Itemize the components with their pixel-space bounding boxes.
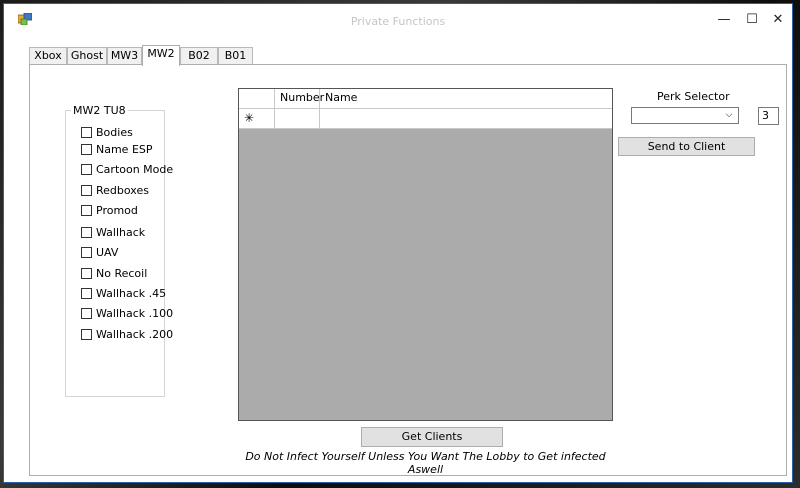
checkbox-label: No Recoil <box>96 266 148 280</box>
checkbox-label: Cartoon Mode <box>96 162 174 176</box>
checkbox-promod[interactable]: Promod <box>81 203 138 217</box>
checkbox-wallhack-100[interactable]: Wallhack .100 <box>81 306 173 320</box>
checkbox-box[interactable] <box>81 307 92 319</box>
title-bar[interactable]: Private Functions — ☐ ✕ <box>4 4 792 34</box>
grid-new-row[interactable]: ✳ <box>239 109 612 129</box>
get-clients-button[interactable]: Get Clients <box>361 427 503 447</box>
row-header-corner <box>239 89 275 108</box>
chevron-down-icon[interactable]: ⌵ <box>722 108 736 123</box>
checkbox-box[interactable] <box>81 287 92 299</box>
send-to-client-button[interactable]: Send to Client <box>618 137 755 156</box>
tab-b01[interactable]: B01 <box>218 47 253 64</box>
group-title: MW2 TU8 <box>71 104 128 117</box>
minimize-button[interactable]: — <box>712 11 736 29</box>
cell-name[interactable] <box>320 109 612 128</box>
perk-selector-dropdown[interactable]: ⌵ <box>631 107 739 124</box>
checkbox-box[interactable] <box>81 163 92 175</box>
new-row-marker-icon: ✳ <box>239 109 275 128</box>
maximize-button[interactable]: ☐ <box>740 11 764 29</box>
perk-value-input[interactable]: 3 <box>758 107 779 125</box>
checkbox-wallhack-200[interactable]: Wallhack .200 <box>81 327 173 341</box>
checkbox-box[interactable] <box>81 226 92 238</box>
close-button[interactable]: ✕ <box>766 11 790 29</box>
clients-grid[interactable]: Number Name ✳ <box>238 88 613 421</box>
checkbox-label: Promod <box>96 203 138 217</box>
column-header-number[interactable]: Number <box>275 89 324 108</box>
infection-warning-text: Do Not Infect Yourself Unless You Want T… <box>245 450 606 476</box>
checkbox-box[interactable] <box>81 267 92 279</box>
column-header-name[interactable]: Name <box>320 89 612 108</box>
checkbox-label: Wallhack <box>96 225 146 239</box>
checkbox-uav[interactable]: UAV <box>81 245 118 259</box>
tab-xbox[interactable]: Xbox <box>29 47 67 64</box>
checkbox-label: Wallhack .100 <box>96 306 174 320</box>
desktop-background: Private Functions — ☐ ✕ Xbox Ghost MW3 M… <box>0 0 800 488</box>
checkbox-box[interactable] <box>81 126 92 138</box>
checkbox-box[interactable] <box>81 328 92 340</box>
checkbox-box[interactable] <box>81 143 92 155</box>
checkbox-cartoon-mode[interactable]: Cartoon Mode <box>81 162 173 176</box>
checkbox-label: Wallhack .200 <box>96 327 174 341</box>
checkbox-label: Bodies <box>96 125 133 139</box>
checkbox-box[interactable] <box>81 184 92 196</box>
checkbox-label: Name ESP <box>96 142 153 156</box>
tab-b02[interactable]: B02 <box>180 47 218 64</box>
checkbox-label: Wallhack .45 <box>96 286 167 300</box>
perk-selector-label: Perk Selector <box>657 90 730 103</box>
checkbox-wallhack[interactable]: Wallhack <box>81 225 145 239</box>
checkbox-no-recoil[interactable]: No Recoil <box>81 266 147 280</box>
tab-panel-mw2: MW2 TU8 Bodies Name ESP Cartoon Mode Red… <box>29 64 787 476</box>
tab-mw2[interactable]: MW2 <box>142 45 180 66</box>
checkbox-label: Redboxes <box>96 183 149 197</box>
checkbox-bodies[interactable]: Bodies <box>81 125 133 139</box>
tab-ghost[interactable]: Ghost <box>67 47 107 64</box>
checkbox-name-esp[interactable]: Name ESP <box>81 142 153 156</box>
window-title: Private Functions <box>350 15 446 28</box>
app-window: Private Functions — ☐ ✕ Xbox Ghost MW3 M… <box>3 3 793 483</box>
checkbox-wallhack-45[interactable]: Wallhack .45 <box>81 286 166 300</box>
mw2-options-group: MW2 TU8 Bodies Name ESP Cartoon Mode Red… <box>65 104 173 397</box>
tab-mw3[interactable]: MW3 <box>107 47 142 64</box>
checkbox-box[interactable] <box>81 204 92 216</box>
checkbox-redboxes[interactable]: Redboxes <box>81 183 149 197</box>
grid-header-row: Number Name <box>239 89 612 109</box>
checkbox-box[interactable] <box>81 246 92 258</box>
checkbox-label: UAV <box>96 245 119 259</box>
cell-number[interactable] <box>275 109 320 128</box>
